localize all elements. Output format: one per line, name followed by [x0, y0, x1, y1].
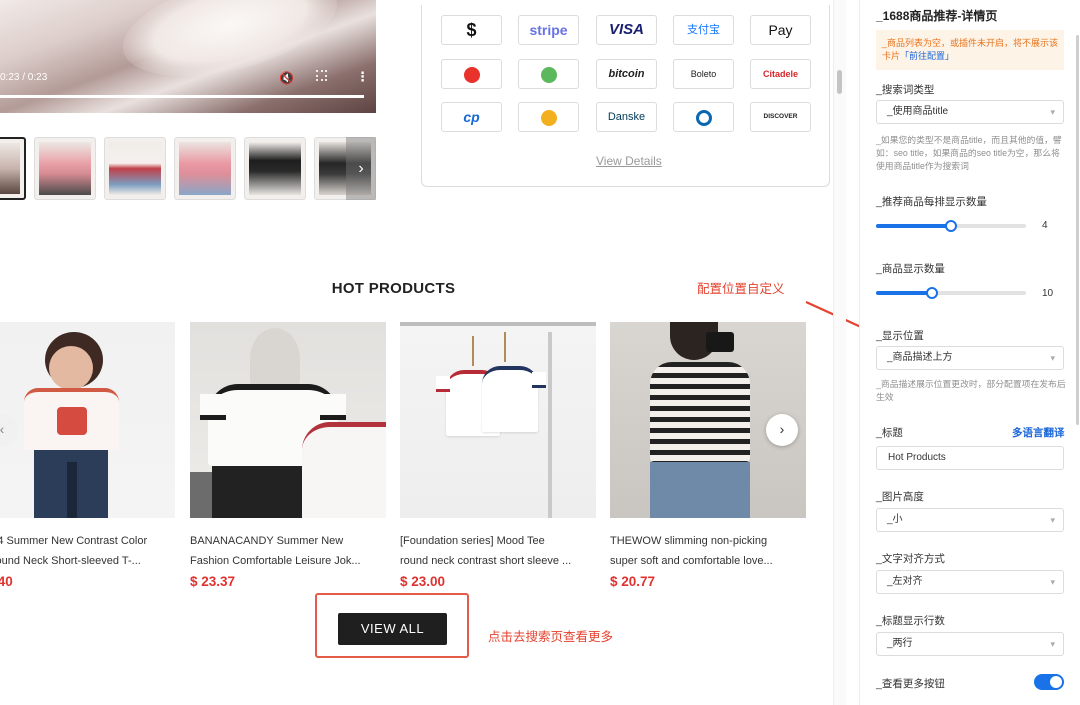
bitcoin-payment-icon: bitcoin — [596, 59, 657, 89]
product-price: 20.40 — [0, 574, 13, 589]
boleto-payment-icon: Boleto — [673, 59, 734, 89]
green-coin-payment-icon — [518, 59, 579, 89]
text-align-select[interactable]: _左对齐 ▾ — [876, 570, 1064, 594]
position-label: _显示位置 — [876, 330, 924, 342]
per-row-value: 4 — [1042, 220, 1048, 231]
panel-scrollbar[interactable] — [1076, 35, 1079, 425]
per-row-slider[interactable] — [876, 220, 1026, 232]
product-name-line-1: 2024 Summer New Contrast Color — [0, 535, 148, 547]
per-row-slider-handle[interactable] — [945, 220, 957, 232]
count-label: _商品显示数量 — [876, 263, 945, 275]
discover-payment-icon: DISCOVER — [750, 102, 811, 132]
mute-icon[interactable]: 🔇 — [279, 71, 294, 85]
product-price: $ 20.77 — [610, 574, 656, 589]
notice-banner: _商品列表为空，或插件未开启，将不展示该卡片「前往配置」 — [876, 30, 1064, 70]
search-type-value: _使用商品title — [887, 106, 949, 117]
annotation-position-note: 配置位置自定义 — [697, 282, 785, 296]
product-name-line-2: round neck contrast short sleeve ... — [400, 555, 572, 567]
alipay-payment-icon: 支付宝 — [673, 15, 734, 45]
thumbnail[interactable] — [244, 137, 306, 200]
text-align-value: _左对齐 — [887, 576, 923, 587]
position-hint: _商品描述展示位置更改时，部分配置项在发布后生效 — [876, 379, 1066, 402]
chevron-right-icon[interactable]: › — [766, 414, 798, 446]
stripe-payment-icon: stripe — [518, 15, 579, 45]
store-preview: 0:23 / 0:23 🔇 ⋮ › $ stripe VISA 支付宝 Pay … — [0, 0, 880, 705]
video-progress-bar[interactable] — [0, 95, 364, 98]
screen: 0:23 / 0:23 🔇 ⋮ › $ stripe VISA 支付宝 Pay … — [0, 0, 1080, 705]
search-type-label: _搜索词类型 — [876, 84, 935, 96]
title-label: _标题 — [876, 427, 903, 439]
settings-panel: _1688商品推荐-详情页 _商品列表为空，或插件未开启，将不展示该卡片「前往配… — [859, 0, 1080, 705]
product-card[interactable]: [Foundation series] Mood Tee round neck … — [400, 322, 596, 589]
count-slider-fill — [876, 291, 932, 295]
position-value: _商品描述上方 — [887, 352, 953, 363]
preview-scrollbar[interactable] — [833, 0, 846, 705]
dollar-payment-icon: $ — [441, 15, 502, 45]
product-image[interactable] — [0, 322, 175, 518]
view-details-link[interactable]: View Details — [596, 154, 662, 168]
product-name-line-1: [Foundation series] Mood Tee — [400, 535, 545, 547]
product-video[interactable]: 0:23 / 0:23 🔇 ⋮ — [0, 0, 376, 113]
image-height-value: _小 — [887, 514, 903, 525]
title-lines-label: _标题显示行数 — [876, 615, 945, 627]
chevron-down-icon: ▾ — [1050, 107, 1055, 117]
yellow-coin-payment-icon — [518, 102, 579, 132]
panel-title: _1688商品推荐-详情页 — [876, 9, 998, 23]
citadele-payment-icon: Citadele — [750, 59, 811, 89]
chevron-down-icon: ▾ — [1050, 515, 1055, 525]
product-name-line-1: THEWOW slimming non-picking — [610, 535, 768, 547]
thumbnail[interactable] — [104, 137, 166, 200]
view-more-label: _查看更多按钮 — [876, 678, 945, 690]
view-more-toggle[interactable] — [1034, 674, 1064, 690]
chevron-down-icon: ▾ — [1050, 639, 1055, 649]
product-price: $ 23.00 — [400, 574, 446, 589]
go-configure-link[interactable]: 「前往配置」 — [900, 51, 954, 61]
apple-pay-payment-icon: Pay — [750, 15, 811, 45]
per-row-slider-fill — [876, 224, 951, 228]
diners-payment-icon — [673, 102, 734, 132]
product-name-line-2: super soft and comfortable love... — [610, 555, 773, 567]
translate-link[interactable]: 多语言翻译 — [1012, 425, 1065, 440]
title-lines-select[interactable]: _两行 ▾ — [876, 632, 1064, 656]
product-card[interactable]: THEWOW slimming non-picking super soft a… — [610, 322, 806, 589]
product-image[interactable] — [190, 322, 386, 518]
count-value: 10 — [1042, 288, 1054, 299]
count-slider-handle[interactable] — [925, 287, 938, 299]
chevron-down-icon: ▾ — [1050, 577, 1055, 587]
image-height-label: _图片高度 — [876, 491, 924, 503]
product-price: $ 23.37 — [190, 574, 236, 589]
payment-methods-card: $ stripe VISA 支付宝 Pay bitcoin Boleto Cit… — [421, 5, 830, 187]
annotation-view-all-note: 点击去搜索页查看更多 — [488, 630, 614, 644]
view-all-button[interactable]: VIEW ALL — [338, 613, 447, 645]
thumbnail[interactable] — [0, 137, 26, 200]
per-row-label: _推荐商品每排显示数量 — [876, 196, 987, 208]
cp-payment-icon: cp — [441, 102, 502, 132]
preview-scrollbar-thumb[interactable] — [837, 70, 842, 94]
product-card[interactable]: 2024 Summer New Contrast Color s Round N… — [0, 322, 175, 589]
product-image[interactable] — [400, 322, 596, 518]
chevron-down-icon: ▾ — [1050, 353, 1055, 363]
red-circle-payment-icon — [441, 59, 502, 89]
thumbnail[interactable] — [174, 137, 236, 200]
more-options-icon[interactable]: ⋮ — [356, 69, 369, 85]
search-type-select[interactable]: _使用商品title ▾ — [876, 100, 1064, 124]
section-title: HOT PRODUCTS — [331, 280, 456, 297]
fullscreen-icon[interactable] — [316, 70, 327, 81]
image-height-select[interactable]: _小 ▾ — [876, 508, 1064, 532]
product-name-line-1: BANANACANDY Summer New — [190, 535, 344, 547]
chevron-right-icon[interactable]: › — [346, 137, 376, 200]
video-time: 0:23 / 0:23 — [0, 72, 48, 83]
product-name-line-2: Fashion Comfortable Leisure Jok... — [190, 555, 361, 567]
product-name-line-2: s Round Neck Short-sleeved T-... — [0, 555, 141, 567]
text-align-label: _文字对齐方式 — [876, 553, 945, 565]
title-lines-value: _两行 — [887, 638, 913, 649]
product-card[interactable]: BANANACANDY Summer New Fashion Comfortab… — [190, 322, 386, 589]
visa-payment-icon: VISA — [596, 15, 657, 45]
count-slider[interactable] — [876, 287, 1026, 299]
thumbnail[interactable] — [34, 137, 96, 200]
danske-payment-icon: Danske — [596, 102, 657, 132]
title-input[interactable]: Hot Products — [876, 446, 1064, 470]
search-type-hint: _如果您的类型不是商品title，而且其他的值，譬如：seo title，如果商… — [876, 135, 1062, 171]
position-select[interactable]: _商品描述上方 ▾ — [876, 346, 1064, 370]
